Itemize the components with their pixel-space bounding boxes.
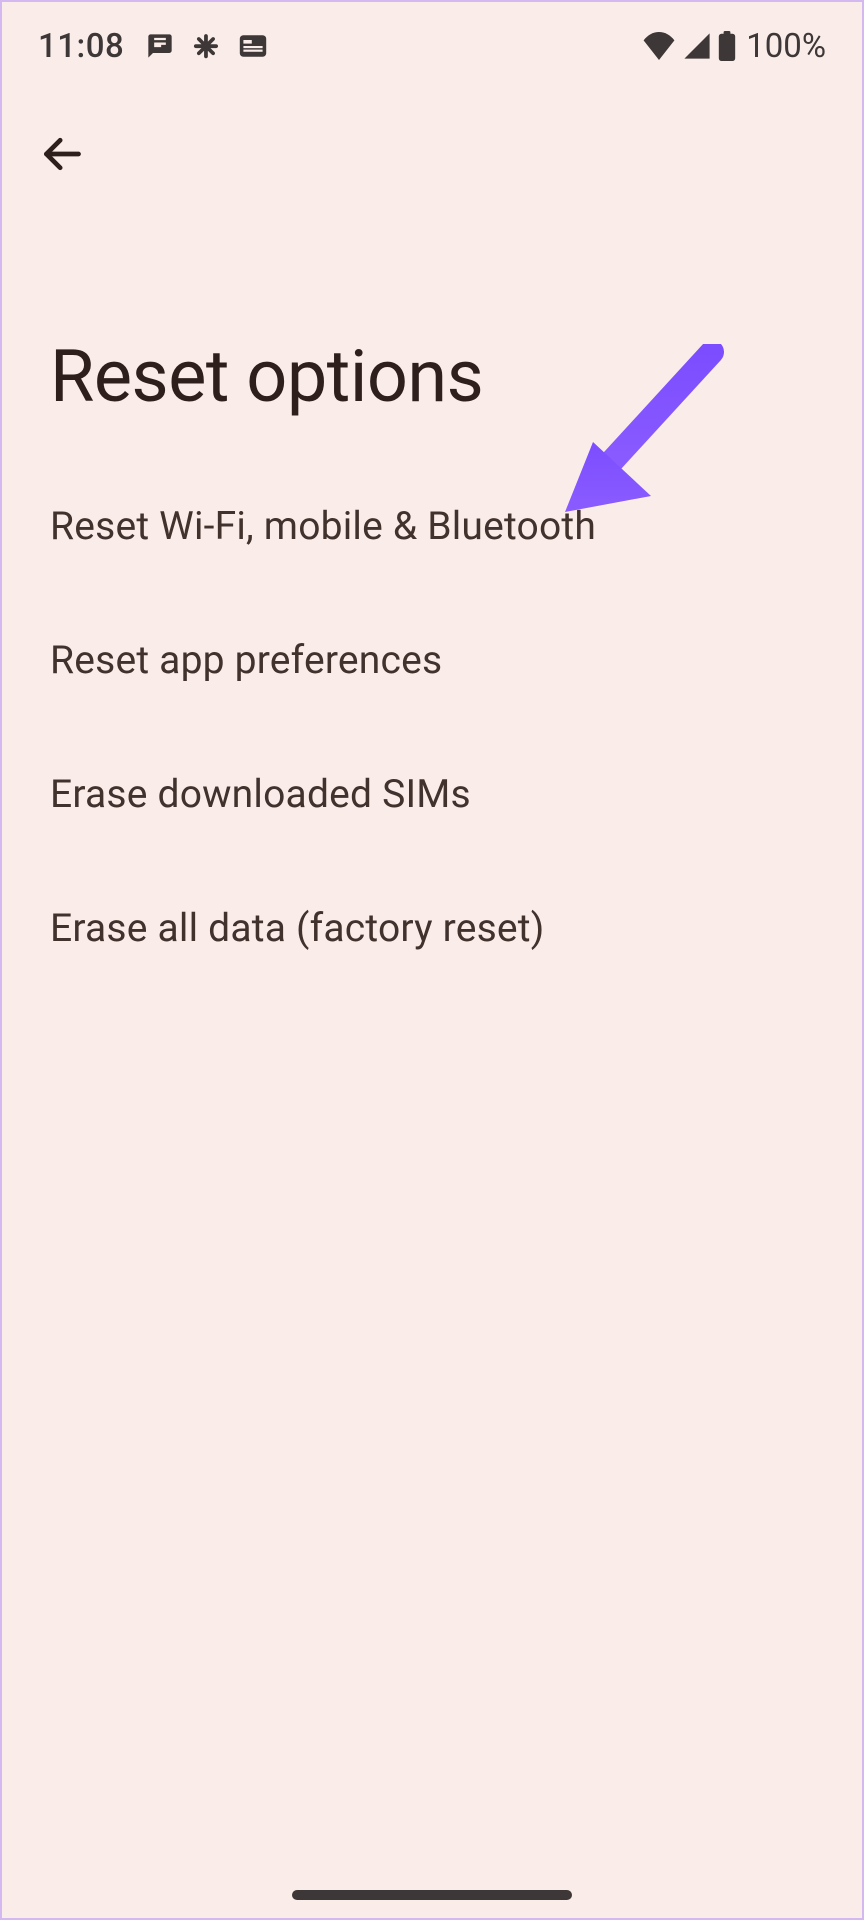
news-icon [238,34,268,58]
messages-icon [146,32,174,60]
option-label: Reset Wi-Fi, mobile & Bluetooth [50,503,596,549]
option-label: Erase downloaded SIMs [50,771,471,817]
option-label: Reset app preferences [50,637,442,683]
battery-percentage: 100% [746,27,826,66]
reset-app-preferences[interactable]: Reset app preferences [50,593,814,727]
status-time: 11:08 [38,27,124,66]
notification-icons [146,32,268,60]
status-left: 11:08 [38,27,268,66]
app-bar [2,76,862,186]
reset-wifi-mobile-bluetooth[interactable]: Reset Wi-Fi, mobile & Bluetooth [50,459,814,593]
reset-options-list: Reset Wi-Fi, mobile & Bluetooth Reset ap… [2,459,862,995]
battery-icon [718,31,736,61]
erase-downloaded-sims[interactable]: Erase downloaded SIMs [50,727,814,861]
page-title: Reset options [2,186,862,459]
nav-gesture-handle[interactable] [292,1890,572,1900]
erase-all-data-factory-reset[interactable]: Erase all data (factory reset) [50,861,814,995]
status-bar: 11:08 100% [2,2,862,76]
photos-icon [192,32,220,60]
arrow-back-icon [40,132,84,176]
option-label: Erase all data (factory reset) [50,905,545,951]
cellular-icon [682,32,712,60]
wifi-icon [642,32,676,60]
status-right: 100% [642,27,826,66]
back-button[interactable] [30,122,94,186]
